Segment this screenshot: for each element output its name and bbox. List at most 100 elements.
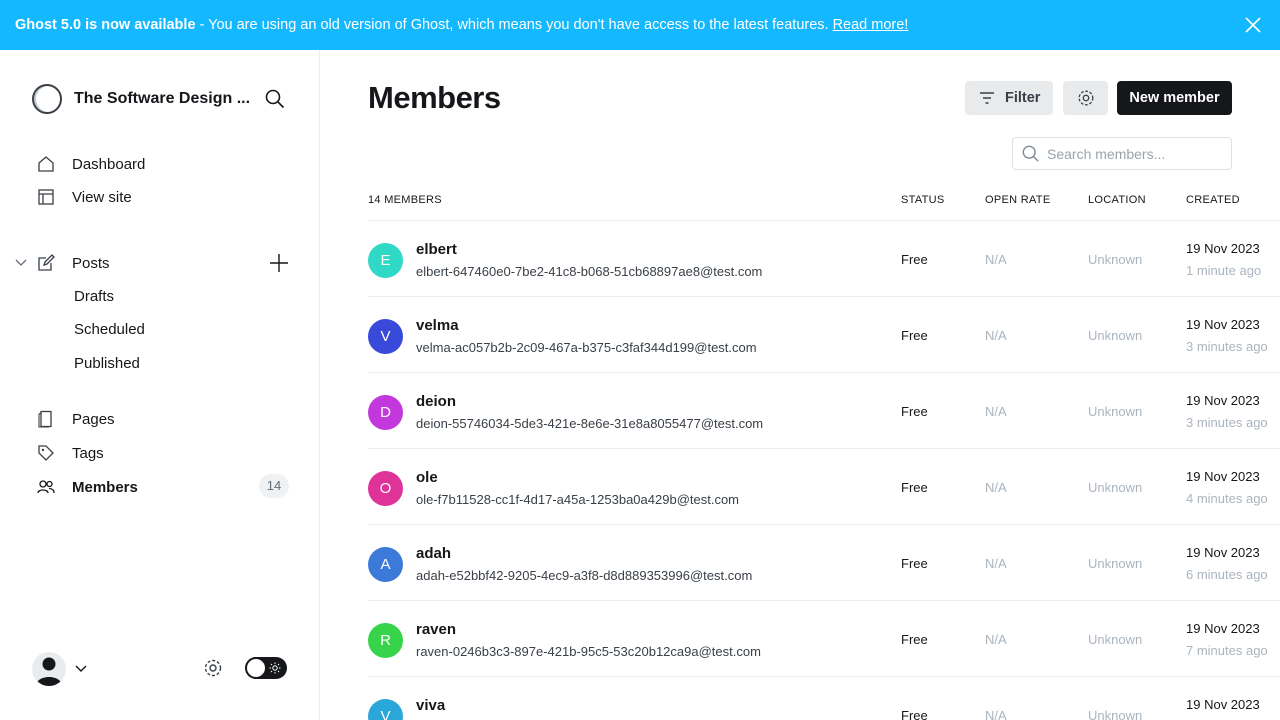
page-title: Members: [368, 80, 501, 115]
settings-button[interactable]: [1063, 81, 1108, 115]
close-icon[interactable]: [1244, 16, 1262, 34]
member-created-date: 19 Nov 2023: [1186, 469, 1260, 484]
member-location: Unknown: [1088, 632, 1143, 647]
sidebar-item-drafts[interactable]: Drafts: [74, 287, 114, 307]
avatar[interactable]: [32, 652, 66, 686]
sidebar-item-published[interactable]: Published: [74, 354, 140, 374]
member-email: raven-0246b3c3-897e-421b-95c5-53c20b12ca…: [416, 644, 761, 659]
sidebar-item-scheduled[interactable]: Scheduled: [74, 320, 145, 340]
member-created-ago: 3 minutes ago: [1186, 415, 1268, 430]
table-row[interactable]: Rraven raven-0246b3c3-897e-421b-95c5-53c2…: [368, 601, 1280, 677]
plus-icon[interactable]: [268, 252, 290, 274]
member-email: deion-55746034-5de3-421e-8e6e-31e8a80554…: [416, 416, 764, 431]
member-created-ago: 1 minute ago: [1186, 263, 1262, 278]
search-icon: [1022, 145, 1039, 162]
member-open-rate: N/A: [985, 632, 1007, 647]
member-status: Free: [901, 404, 928, 419]
member-email: adah-e52bbf42-9205-4ec9-a3f8-d8d88935399…: [416, 568, 753, 583]
filter-icon: [980, 92, 994, 104]
column-header-status[interactable]: STATUS: [901, 194, 945, 206]
member-location: Unknown: [1088, 328, 1143, 343]
table-row[interactable]: Vviva Free N/A Unknown 19 Nov 2023: [368, 677, 1280, 720]
member-created-ago: 7 minutes ago: [1186, 643, 1268, 658]
gear-icon: [1078, 90, 1093, 106]
table-row[interactable]: Eelbert elbert-647460e0-7be2-41c8-b068-51…: [368, 221, 1280, 297]
member-status: Free: [901, 328, 928, 343]
member-location: Unknown: [1088, 708, 1143, 720]
member-avatar: O: [368, 471, 403, 506]
search-input[interactable]: [1047, 145, 1227, 162]
table-row[interactable]: Ddeion deion-55746034-5de3-421e-8e6e-31e8…: [368, 373, 1280, 449]
member-created-ago: 3 minutes ago: [1186, 339, 1268, 354]
member-status: Free: [901, 252, 928, 267]
member-name: viva: [416, 697, 446, 714]
member-avatar: R: [368, 623, 403, 658]
chevron-down-icon[interactable]: [74, 662, 88, 676]
member-created-ago: 4 minutes ago: [1186, 491, 1268, 506]
sidebar-item-label: Members: [72, 478, 138, 496]
member-open-rate: N/A: [985, 404, 1007, 419]
banner-headline: Ghost 5.0 is now available: [15, 17, 196, 33]
layout-icon: [36, 187, 56, 207]
column-header-location[interactable]: LOCATION: [1088, 194, 1146, 206]
banner-text: - You are using an old version of Ghost,…: [199, 17, 829, 33]
table-row[interactable]: Aadah adah-e52bbf42-9205-4ec9-a3f8-d8d889…: [368, 525, 1280, 601]
sun-icon: [269, 662, 281, 674]
members-count-badge: 14: [259, 474, 289, 498]
member-open-rate: N/A: [985, 328, 1007, 343]
chevron-down-icon[interactable]: [14, 256, 28, 270]
update-banner: Ghost 5.0 is now available - You are usi…: [0, 0, 1280, 50]
member-email: velma-ac057b2b-2c09-467a-b375-c3faf344d1…: [416, 340, 757, 355]
member-avatar: A: [368, 547, 403, 582]
member-name: ole: [416, 469, 438, 486]
sidebar-item-posts[interactable]: Posts: [36, 251, 110, 275]
member-created-ago: 6 minutes ago: [1186, 567, 1268, 582]
member-created-date: 19 Nov 2023: [1186, 697, 1260, 712]
member-created-date: 19 Nov 2023: [1186, 545, 1260, 560]
member-email: elbert-647460e0-7be2-41c8-b068-51cb68897…: [416, 264, 763, 279]
sidebar-item-tags[interactable]: Tags: [36, 441, 104, 465]
filter-button[interactable]: Filter: [965, 81, 1053, 115]
column-header-created[interactable]: CREATED: [1186, 194, 1240, 206]
member-avatar: D: [368, 395, 403, 430]
home-icon: [36, 154, 56, 174]
member-location: Unknown: [1088, 556, 1143, 571]
members-count-header: 14 MEMBERS: [368, 194, 442, 206]
gear-icon[interactable]: [202, 657, 224, 679]
member-avatar: E: [368, 243, 403, 278]
search-icon[interactable]: [264, 88, 286, 110]
sidebar: The Software Design ... Dashboard View s…: [0, 50, 320, 720]
column-header-open-rate[interactable]: OPEN RATE: [985, 194, 1050, 206]
member-open-rate: N/A: [985, 480, 1007, 495]
sidebar-item-dashboard[interactable]: Dashboard: [36, 152, 145, 176]
search-members-field[interactable]: [1012, 137, 1232, 170]
tag-icon: [36, 443, 56, 463]
banner-read-more-link[interactable]: Read more!: [833, 17, 909, 33]
table-row[interactable]: Oole ole-f7b11528-cc1f-4d17-a45a-1253ba0a…: [368, 449, 1280, 525]
member-location: Unknown: [1088, 252, 1143, 267]
site-logo[interactable]: [32, 84, 62, 114]
sidebar-item-label: Pages: [72, 410, 115, 428]
member-name: deion: [416, 393, 456, 410]
theme-toggle[interactable]: [245, 657, 287, 679]
table-row[interactable]: Vvelma velma-ac057b2b-2c09-467a-b375-c3fa…: [368, 297, 1280, 373]
sidebar-item-pages[interactable]: Pages: [36, 407, 115, 431]
member-name: raven: [416, 621, 457, 638]
sidebar-item-label: Posts: [72, 254, 110, 272]
sidebar-item-view-site[interactable]: View site: [36, 185, 132, 209]
member-status: Free: [901, 708, 928, 720]
member-email: ole-f7b11528-cc1f-4d17-a45a-1253ba0a429b…: [416, 492, 740, 507]
member-name: velma: [416, 317, 459, 334]
member-created-date: 19 Nov 2023: [1186, 241, 1260, 256]
site-title[interactable]: The Software Design ...: [74, 90, 254, 108]
member-avatar: V: [368, 319, 403, 354]
sidebar-item-label: View site: [72, 188, 132, 206]
member-open-rate: N/A: [985, 252, 1007, 267]
members-icon: [36, 477, 56, 497]
sidebar-item-label: Dashboard: [72, 155, 146, 173]
toggle-knob: [247, 659, 265, 677]
new-member-button[interactable]: New member: [1117, 81, 1232, 115]
sidebar-item-members[interactable]: Members: [36, 475, 138, 499]
site-header[interactable]: The Software Design ...: [32, 82, 292, 116]
member-status: Free: [901, 556, 928, 571]
